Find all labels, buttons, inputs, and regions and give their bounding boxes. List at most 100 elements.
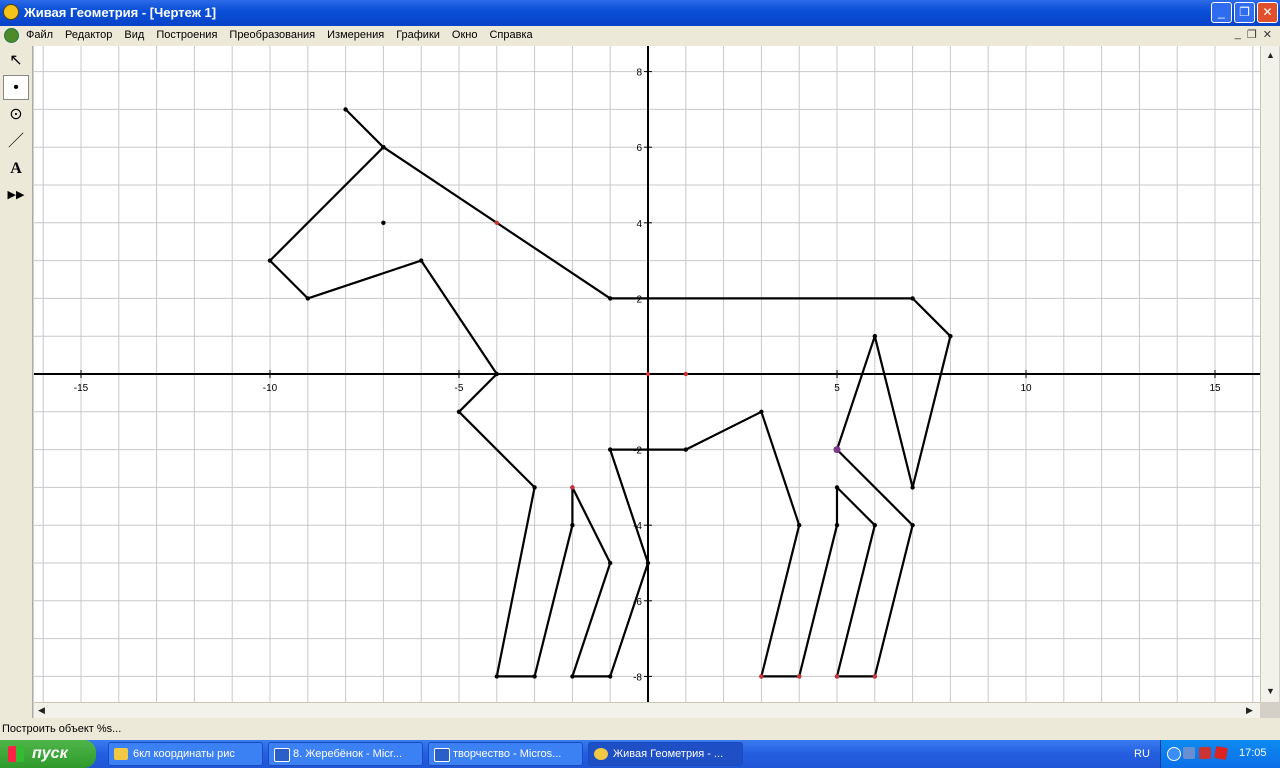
vertex-point (797, 523, 802, 528)
custom-tool-icon[interactable]: ▶▶ (3, 183, 29, 208)
y-tick-label: -2 (633, 446, 642, 457)
arrow-tool-icon[interactable]: ↖ (3, 48, 29, 73)
vertex-point (910, 485, 915, 490)
vertex-point (948, 334, 953, 339)
word-icon (274, 748, 290, 762)
vertex-point (494, 371, 499, 377)
toolbox: ↖ • ⊙ ／ A ▶▶ (0, 46, 33, 718)
minimize-button[interactable]: _ (1211, 2, 1232, 23)
status-bar: Построить объект %s... (0, 718, 1280, 740)
vertex-point (532, 674, 537, 679)
drawing-canvas[interactable]: -15 -10 -5 5 10 15 8 6 4 2 -2 -4 -6 -8 (34, 46, 1260, 702)
vertex-point (267, 258, 273, 263)
doc-restore-button[interactable]: ❐ (1247, 28, 1257, 41)
vertex-point (608, 296, 613, 301)
coordinate-plane[interactable]: -15 -10 -5 5 10 158642-2-4-6-8 (34, 46, 1260, 702)
text-tool-icon[interactable]: A (3, 156, 29, 181)
plotted-point (494, 220, 499, 225)
security-icon[interactable] (1199, 747, 1211, 759)
language-indicator[interactable]: RU (1134, 748, 1150, 760)
compass-tool-icon[interactable]: ⊙ (3, 102, 29, 127)
task-label: творчество - Micros... (453, 748, 562, 760)
menu-window[interactable]: Окно (452, 29, 478, 41)
task-folder[interactable]: 6кл координаты рис (108, 742, 263, 766)
vertex-point (570, 674, 575, 679)
x-tick-label: -5 (455, 383, 464, 394)
system-tray: 17:05 (1160, 740, 1280, 768)
y-tick-label: 8 (636, 68, 642, 79)
menu-bar: Файл Редактор Вид Построения Преобразова… (0, 26, 1280, 46)
vertex-point (910, 523, 915, 528)
vertex-point (910, 296, 915, 301)
network-icon[interactable] (1183, 747, 1195, 759)
menu-help[interactable]: Справка (489, 29, 532, 41)
task-label: Живая Геометрия - ... (613, 748, 724, 760)
close-button[interactable]: ✕ (1257, 2, 1278, 23)
geometry-app-icon (594, 748, 608, 760)
x-tick-label: 5 (834, 383, 840, 394)
plotted-point (797, 674, 802, 679)
taskbar: пуск 6кл координаты рис 8. Жеребёнок - M… (0, 740, 1280, 768)
plotted-point (833, 446, 841, 454)
task-word-2[interactable]: творчество - Micros... (428, 742, 583, 766)
menu-file[interactable]: Файл (26, 29, 53, 41)
antivirus-icon[interactable] (1214, 746, 1228, 760)
restore-button[interactable]: ❐ (1234, 2, 1255, 23)
vertex-point (872, 334, 877, 339)
start-label: пуск (32, 745, 68, 762)
task-label: 8. Жеребёнок - Micr... (293, 748, 403, 760)
x-tick-label: 15 (1209, 383, 1221, 394)
plotted-point (872, 674, 877, 679)
windows-logo-icon (8, 746, 24, 762)
menu-transform[interactable]: Преобразования (229, 29, 315, 41)
document-icon[interactable] (4, 28, 19, 43)
doc-close-button[interactable]: ✕ (1263, 28, 1272, 41)
scroll-left-arrow[interactable]: ◀ (38, 705, 45, 716)
plotted-point (381, 220, 386, 225)
vertex-point (343, 107, 348, 112)
plotted-point (834, 674, 840, 679)
vertex-point (645, 560, 651, 566)
menu-view[interactable]: Вид (124, 29, 144, 41)
plotted-point (683, 371, 688, 377)
window-title: Живая Геометрия - [Чертеж 1] (24, 5, 217, 20)
vertex-point (419, 258, 424, 263)
scroll-right-arrow[interactable]: ▶ (1246, 705, 1253, 716)
vertical-scrollbar[interactable]: ▲ ▼ (1260, 46, 1279, 702)
point-tool-icon[interactable]: • (3, 75, 29, 100)
doc-minimize-button[interactable]: _ (1235, 28, 1241, 41)
horizontal-scrollbar[interactable]: ◀ ▶ (34, 702, 1260, 719)
plotted-point (759, 674, 764, 679)
vertex-point (759, 409, 764, 414)
x-tick-label: -15 (74, 383, 89, 394)
task-word-1[interactable]: 8. Жеребёнок - Micr... (268, 742, 423, 766)
plotted-point (645, 371, 651, 377)
vertex-point (570, 523, 575, 528)
x-tick-label: 10 (1020, 383, 1032, 394)
vertex-point (872, 523, 877, 528)
vertex-point (683, 447, 688, 452)
vertex-point (494, 674, 499, 679)
scroll-up-arrow[interactable]: ▲ (1266, 50, 1275, 60)
y-tick-label: 4 (636, 219, 642, 230)
x-tick-label: -10 (263, 383, 278, 394)
vertex-point (381, 145, 386, 150)
vertex-point (456, 409, 462, 414)
menu-measure[interactable]: Измерения (327, 29, 384, 41)
line-tool-icon[interactable]: ／ (3, 129, 29, 154)
task-geometry[interactable]: Живая Геометрия - ... (588, 742, 743, 766)
menu-graph[interactable]: Графики (396, 29, 440, 41)
vertex-point (608, 447, 613, 452)
tray-arrow-icon[interactable] (1167, 747, 1181, 761)
menu-edit[interactable]: Редактор (65, 29, 112, 41)
y-tick-label: 6 (636, 143, 642, 154)
vertex-point (608, 560, 613, 566)
scroll-down-arrow[interactable]: ▼ (1266, 686, 1275, 696)
start-button[interactable]: пуск (0, 740, 96, 768)
app-icon[interactable] (3, 4, 19, 20)
title-bar: Живая Геометрия - [Чертеж 1] _ ❐ ✕ (0, 0, 1280, 26)
vertex-point (608, 674, 613, 679)
menu-construct[interactable]: Построения (156, 29, 217, 41)
vertex-point (834, 485, 840, 490)
clock: 17:05 (1239, 747, 1267, 759)
